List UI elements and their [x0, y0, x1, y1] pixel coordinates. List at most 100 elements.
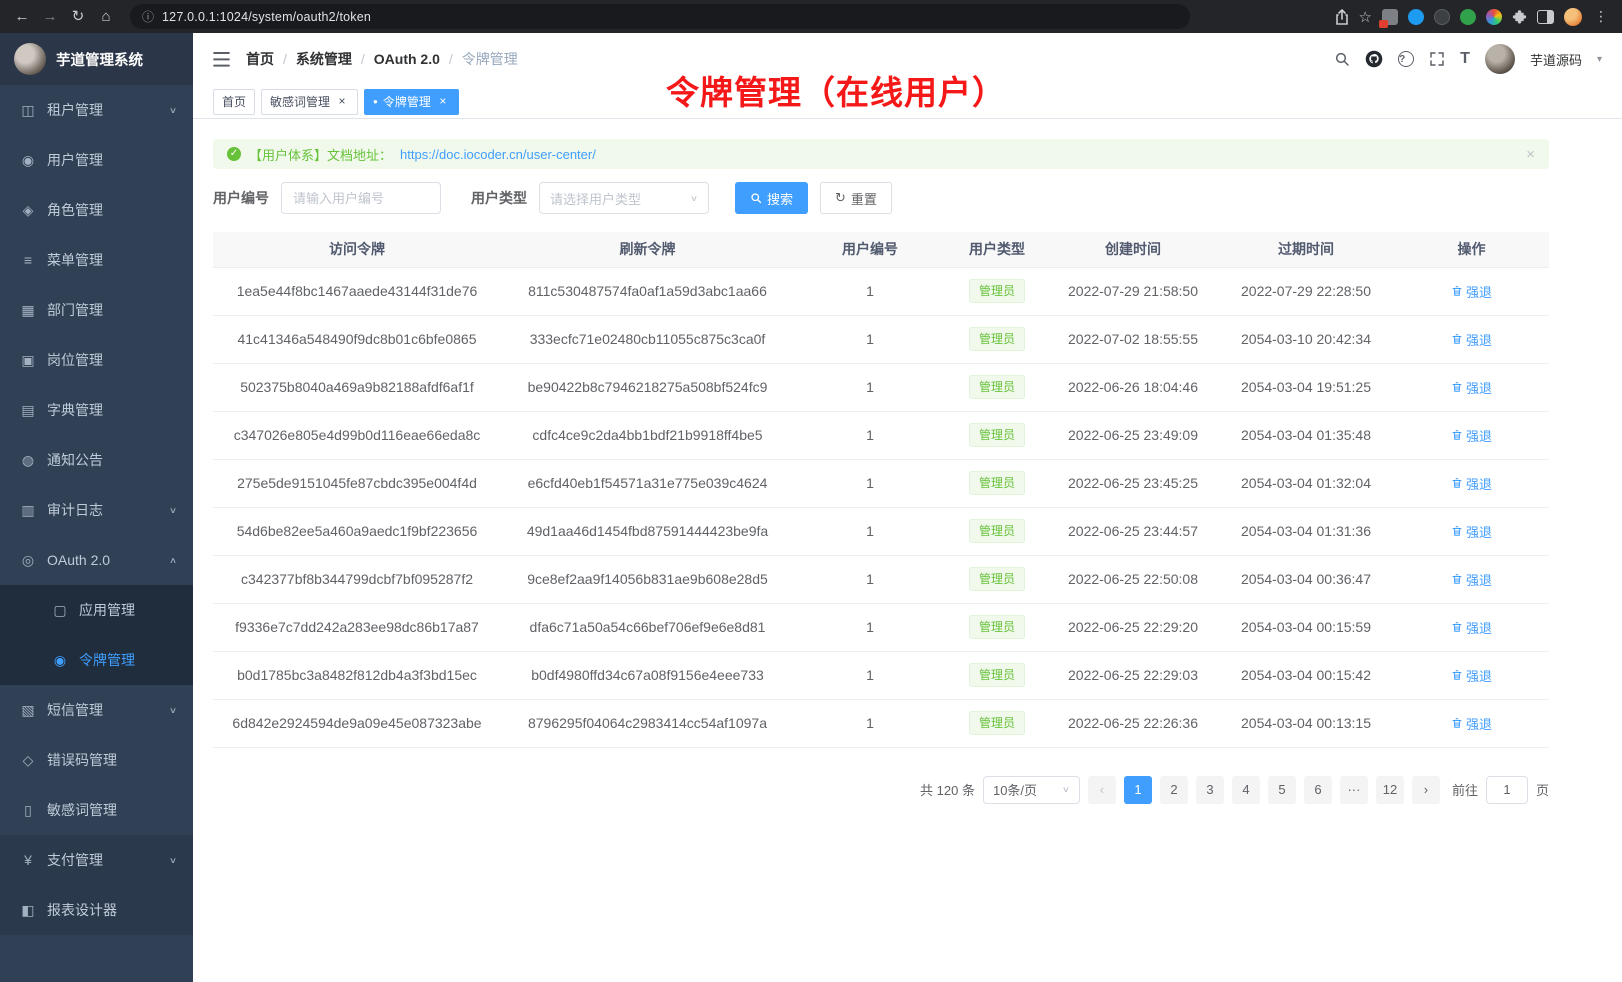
home-icon[interactable]: ⌂	[94, 5, 118, 29]
force-logout-button[interactable]: 强退	[1451, 522, 1492, 541]
sidebar-item[interactable]: ▯ 敏感词管理	[0, 785, 193, 835]
force-logout-button[interactable]: 强退	[1451, 282, 1492, 301]
goto-page-input[interactable]	[1486, 776, 1528, 804]
page-number-button[interactable]: 4	[1232, 776, 1260, 804]
bookmark-star-icon[interactable]: ☆	[1359, 8, 1372, 26]
sidebar-item[interactable]: ≡ 菜单管理	[0, 235, 193, 285]
page-number-button[interactable]: 6	[1304, 776, 1332, 804]
side-panel-icon[interactable]	[1537, 10, 1554, 24]
font-size-icon[interactable]: T	[1460, 50, 1470, 68]
force-logout-button[interactable]: 强退	[1451, 618, 1492, 637]
extension-icon-blue[interactable]	[1408, 9, 1424, 25]
alert-close-icon[interactable]: ×	[1526, 146, 1535, 163]
breadcrumb-label[interactable]: 系统管理	[296, 49, 352, 69]
site-info-icon[interactable]: ⓘ	[142, 8, 154, 25]
help-icon[interactable]: ?	[1398, 51, 1414, 67]
reload-icon[interactable]: ↻	[66, 5, 90, 29]
breadcrumb-label[interactable]: 首页	[246, 49, 274, 69]
create-time-cell: 2022-06-25 22:50:08	[1048, 555, 1218, 603]
sidebar-item[interactable]: ◎ OAuth 2.0 ∧	[0, 535, 193, 585]
reset-button[interactable]: ↻ 重置	[820, 182, 892, 214]
create-time-cell: 2022-06-25 23:44:57	[1048, 507, 1218, 555]
create-time-cell: 2022-06-25 23:45:25	[1048, 459, 1218, 507]
breadcrumb-label[interactable]: 令牌管理	[462, 49, 518, 69]
force-logout-button[interactable]: 强退	[1451, 666, 1492, 685]
sidebar-item-label: 字典管理	[47, 400, 177, 420]
breadcrumb-item[interactable]: 首页 /	[246, 49, 296, 69]
github-icon[interactable]	[1365, 50, 1383, 68]
sidebar-item[interactable]: ¥ 支付管理 ∨	[0, 835, 193, 885]
forward-icon[interactable]: →	[38, 5, 62, 29]
page-number-button[interactable]: 1	[1124, 776, 1152, 804]
breadcrumb-label[interactable]: OAuth 2.0	[374, 51, 440, 67]
search-icon[interactable]	[1334, 51, 1350, 67]
extension-icon-multicolor[interactable]	[1486, 9, 1502, 25]
force-logout-button[interactable]: 强退	[1451, 426, 1492, 445]
tab-close-icon[interactable]: ×	[335, 95, 349, 109]
sidebar-item[interactable]: ◇ 错误码管理	[0, 735, 193, 785]
sidebar-item[interactable]: ◈ 角色管理	[0, 185, 193, 235]
access-token-cell: b0d1785bc3a8482f812db4a3f3bd15ec	[213, 651, 501, 699]
page-tab[interactable]: 敏感词管理 ×	[261, 89, 358, 115]
next-page-button[interactable]: ›	[1412, 776, 1440, 804]
force-logout-label: 强退	[1466, 570, 1492, 589]
sidebar-item-label: 部门管理	[47, 300, 177, 320]
chevron-icon: ∨	[169, 105, 177, 115]
force-logout-button[interactable]: 强退	[1451, 714, 1492, 733]
app-logo[interactable]: 芋道管理系统	[0, 33, 193, 85]
sidebar-item[interactable]: ▢ 应用管理	[0, 585, 193, 635]
extensions-puzzle-icon[interactable]	[1512, 9, 1527, 24]
extension-icon-green[interactable]	[1460, 9, 1476, 25]
fullscreen-icon[interactable]	[1429, 51, 1445, 67]
force-logout-button[interactable]: 强退	[1451, 570, 1492, 589]
page-number-button[interactable]: ···	[1340, 776, 1368, 804]
user-avatar[interactable]	[1485, 44, 1515, 74]
sidebar-item[interactable]: ◧ 报表设计器	[0, 885, 193, 935]
page-number-button[interactable]: 2	[1160, 776, 1188, 804]
user-caret-down-icon[interactable]: ▾	[1597, 54, 1602, 65]
force-logout-button[interactable]: 强退	[1451, 474, 1492, 493]
sidebar-item[interactable]: ◍ 通知公告	[0, 435, 193, 485]
chevron-icon: ∧	[169, 555, 177, 565]
sidebar-item[interactable]: ◫ 租户管理 ∨	[0, 85, 193, 135]
share-icon[interactable]	[1335, 9, 1349, 25]
breadcrumb-item[interactable]: 系统管理 /	[296, 49, 374, 69]
sidebar-item[interactable]: ◉ 用户管理	[0, 135, 193, 185]
page-number-button[interactable]: 12	[1376, 776, 1404, 804]
force-logout-button[interactable]: 强退	[1451, 378, 1492, 397]
browser-profile-avatar[interactable]	[1564, 8, 1582, 26]
sidebar-item[interactable]: ▧ 短信管理 ∨	[0, 685, 193, 735]
page-size-select[interactable]: 10条/页 ∨	[983, 776, 1080, 804]
sidebar-item[interactable]: ▥ 审计日志 ∨	[0, 485, 193, 535]
address-bar[interactable]: ⓘ 127.0.0.1:1024/system/oauth2/token	[130, 4, 1190, 29]
breadcrumb-item[interactable]: OAuth 2.0 /	[374, 51, 462, 67]
collapse-sidebar-icon[interactable]	[213, 52, 230, 67]
sidebar-item[interactable]: ▤ 字典管理	[0, 385, 193, 435]
create-time-cell: 2022-06-26 18:04:46	[1048, 363, 1218, 411]
prev-page-button[interactable]: ‹	[1088, 776, 1116, 804]
create-time-cell: 2022-06-25 22:29:03	[1048, 651, 1218, 699]
browser-menu-icon[interactable]: ⋮	[1592, 8, 1610, 25]
user-type-cell: 管理员	[946, 459, 1048, 507]
user-type-select[interactable]: 请选择用户类型 ∨	[539, 182, 709, 214]
sidebar-item[interactable]: ▦ 部门管理	[0, 285, 193, 335]
back-icon[interactable]: ←	[10, 5, 34, 29]
user-name[interactable]: 芋道源码	[1530, 50, 1582, 69]
extension-icon-dark[interactable]	[1434, 9, 1450, 25]
tab-close-icon[interactable]: ×	[436, 95, 450, 109]
user-type-tag: 管理员	[969, 279, 1025, 303]
page-number-button[interactable]: 5	[1268, 776, 1296, 804]
page-number-button[interactable]: 3	[1196, 776, 1224, 804]
sidebar-item[interactable]: ◉ 令牌管理	[0, 635, 193, 685]
extension-icon-gray[interactable]	[1382, 9, 1398, 25]
main-area: 首页 / 系统管理 / OAuth 2.0 / 令牌管理	[193, 33, 1622, 982]
search-button[interactable]: 搜索	[735, 182, 808, 214]
user-id-input[interactable]	[281, 182, 441, 214]
sidebar-item[interactable]: ▣ 岗位管理	[0, 335, 193, 385]
force-logout-button[interactable]: 强退	[1451, 330, 1492, 349]
doc-link[interactable]: https://doc.iocoder.cn/user-center/	[400, 147, 596, 162]
user-type-cell: 管理员	[946, 267, 1048, 315]
page-tab[interactable]: ● 令牌管理 ×	[364, 89, 459, 115]
breadcrumb-item[interactable]: 令牌管理 /	[462, 49, 518, 69]
page-tab[interactable]: 首页 ×	[213, 89, 255, 115]
